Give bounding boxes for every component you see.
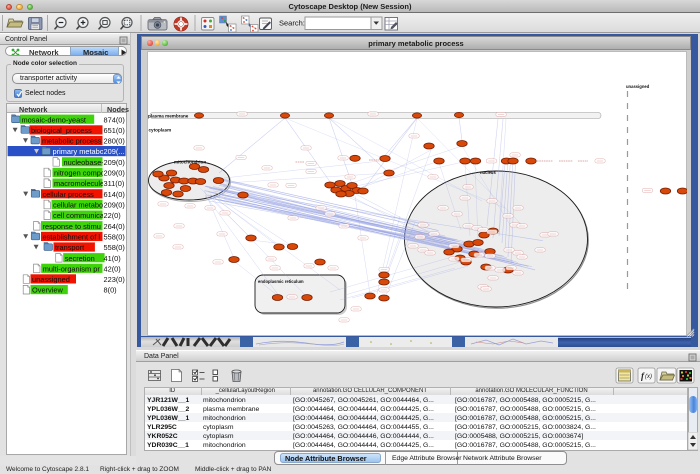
svg-text:mosaic-demo-yeast: mosaic-demo-yeast bbox=[22, 115, 86, 124]
svg-text:mitochondrion: mitochondrion bbox=[174, 160, 206, 165]
svg-text:cellular process: cellular process bbox=[43, 190, 95, 199]
svg-text:multi-organism pr: multi-organism pr bbox=[43, 264, 101, 273]
svg-text:558(0): 558(0) bbox=[104, 233, 125, 242]
svg-text:311(0): 311(0) bbox=[104, 179, 125, 188]
svg-text:223(0): 223(0) bbox=[104, 275, 125, 284]
svg-text:614(0): 614(0) bbox=[104, 190, 125, 199]
svg-text:280(0): 280(0) bbox=[104, 137, 125, 146]
svg-text:42(0): 42(0) bbox=[104, 264, 121, 273]
svg-text:651(0): 651(0) bbox=[104, 126, 125, 135]
svg-text:(x): (x) bbox=[645, 374, 652, 380]
svg-text:transport: transport bbox=[55, 243, 84, 252]
svg-text:41(0): 41(0) bbox=[104, 254, 121, 263]
svg-text:primary metabo: primary metabo bbox=[53, 147, 104, 156]
svg-text:secretion: secretion bbox=[65, 254, 95, 263]
svg-text:biological_process: biological_process bbox=[31, 126, 92, 135]
svg-text:209(0): 209(0) bbox=[104, 158, 125, 167]
svg-text:Overview: Overview bbox=[32, 286, 63, 295]
svg-text:22(0): 22(0) bbox=[104, 211, 121, 220]
svg-text:874(0): 874(0) bbox=[104, 115, 125, 124]
svg-text:209(0): 209(0) bbox=[104, 169, 125, 178]
svg-text:264(0): 264(0) bbox=[104, 222, 125, 231]
svg-text:nitrogen compo: nitrogen compo bbox=[54, 169, 105, 178]
svg-text:209(0): 209(0) bbox=[104, 201, 125, 210]
svg-text:cellular metabo: cellular metabo bbox=[53, 201, 103, 210]
svg-text:unassigned: unassigned bbox=[626, 84, 650, 89]
svg-text:558(0): 558(0) bbox=[104, 243, 125, 252]
svg-text:209(...: 209(... bbox=[104, 147, 125, 156]
svg-text:establishment of l: establishment of l bbox=[43, 233, 101, 242]
svg-text:response to stimu: response to stimu bbox=[43, 222, 101, 231]
svg-text:unassigned: unassigned bbox=[32, 275, 70, 284]
svg-text:cytoplasm: cytoplasm bbox=[149, 128, 172, 133]
svg-text:Search:: Search: bbox=[279, 19, 305, 28]
svg-text:cell communicat: cell communicat bbox=[53, 211, 106, 220]
svg-text:8(0): 8(0) bbox=[104, 286, 117, 295]
svg-text:nucleus: nucleus bbox=[480, 170, 496, 175]
svg-text:macromolecule: macromolecule bbox=[54, 179, 104, 188]
svg-text:endoplasmic reticulum: endoplasmic reticulum bbox=[258, 279, 304, 284]
svg-text:metabolic process: metabolic process bbox=[42, 137, 102, 146]
svg-text:nucleobase-: nucleobase- bbox=[64, 158, 105, 167]
svg-text:plasma membrane: plasma membrane bbox=[148, 113, 189, 118]
